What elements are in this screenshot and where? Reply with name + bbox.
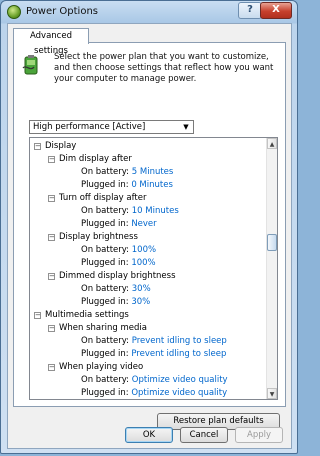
- setting-value[interactable]: Optimize video quality: [131, 388, 227, 398]
- setting-video-on-battery[interactable]: On battery: Optimize video quality: [81, 374, 228, 386]
- power-options-window: Power Options ? X Advanced settings Sele…: [0, 0, 298, 454]
- chevron-down-icon: ▼: [183, 123, 189, 131]
- setting-value[interactable]: Prevent idling to sleep: [132, 336, 227, 346]
- dialog-client-area: Advanced settings Select the power plan …: [7, 23, 292, 449]
- setting-label: On battery:: [81, 206, 130, 216]
- setting-off-on-battery[interactable]: On battery: 10 Minutes: [81, 205, 179, 217]
- setting-sharing-plugged-in[interactable]: Plugged in: Prevent idling to sleep: [81, 348, 226, 360]
- collapse-icon[interactable]: −: [48, 273, 55, 280]
- power-plan-select[interactable]: High performance [Active] ▼: [29, 120, 194, 134]
- setting-video-plugged-in[interactable]: Plugged in: Optimize video quality: [81, 387, 227, 399]
- setting-dim-plugged-in[interactable]: Plugged in: 0 Minutes: [81, 179, 173, 191]
- setting-label: On battery:: [81, 336, 130, 346]
- tree-node-label: Display brightness: [59, 232, 138, 242]
- setting-dim-on-battery[interactable]: On battery: 5 Minutes: [81, 166, 173, 178]
- collapse-icon[interactable]: −: [48, 156, 55, 163]
- setting-off-plugged-in[interactable]: Plugged in: Never: [81, 218, 157, 230]
- setting-sharing-on-battery[interactable]: On battery: Prevent idling to sleep: [81, 335, 227, 347]
- settings-tree[interactable]: − Display − Dim display after On battery: …: [29, 137, 278, 400]
- tree-node-playing-video[interactable]: − When playing video: [48, 361, 143, 373]
- tree-node-label: Dimmed display brightness: [59, 271, 176, 281]
- setting-value[interactable]: 5 Minutes: [132, 167, 174, 177]
- apply-button[interactable]: Apply: [235, 427, 283, 443]
- power-options-icon: [7, 5, 21, 19]
- collapse-icon[interactable]: −: [34, 312, 41, 319]
- setting-value[interactable]: Optimize video quality: [132, 375, 228, 385]
- setting-label: Plugged in:: [81, 258, 129, 268]
- setting-brightness-on-battery[interactable]: On battery: 100%: [81, 244, 156, 256]
- setting-label: Plugged in:: [81, 349, 129, 359]
- scroll-up-icon[interactable]: ▲: [267, 138, 277, 149]
- collapse-icon[interactable]: −: [34, 143, 41, 150]
- power-plan-select-value: High performance [Active]: [33, 122, 146, 132]
- setting-label: On battery:: [81, 284, 130, 294]
- setting-label: On battery:: [81, 245, 130, 255]
- setting-label: Plugged in:: [81, 180, 129, 190]
- setting-value[interactable]: 30%: [132, 284, 151, 294]
- title-bar[interactable]: Power Options ? X: [1, 1, 297, 23]
- tree-node-label: Multimedia settings: [45, 310, 129, 320]
- setting-label: On battery:: [81, 375, 130, 385]
- tree-node-dimmed-brightness[interactable]: − Dimmed display brightness: [48, 270, 176, 282]
- setting-brightness-plugged-in[interactable]: Plugged in: 100%: [81, 257, 156, 269]
- setting-value[interactable]: 100%: [131, 258, 155, 268]
- tree-node-sharing-media[interactable]: − When sharing media: [48, 322, 147, 334]
- tab-advanced-settings[interactable]: Advanced settings: [13, 28, 89, 56]
- tree-node-label: Turn off display after: [59, 193, 147, 203]
- collapse-icon[interactable]: −: [48, 325, 55, 332]
- cancel-button[interactable]: Cancel: [180, 427, 228, 443]
- tree-node-label: Dim display after: [59, 154, 132, 164]
- tree-node-label: When playing video: [59, 362, 144, 372]
- setting-value[interactable]: 30%: [131, 297, 150, 307]
- setting-value[interactable]: 0 Minutes: [131, 180, 173, 190]
- setting-label: Plugged in:: [81, 219, 129, 229]
- scrollbar-thumb[interactable]: [267, 234, 277, 251]
- tree-node-dim-display[interactable]: − Dim display after: [48, 153, 132, 165]
- help-button[interactable]: ?: [238, 2, 262, 19]
- setting-dimmed-plugged-in[interactable]: Plugged in: 30%: [81, 296, 150, 308]
- scroll-down-icon[interactable]: ▼: [267, 388, 277, 399]
- setting-value[interactable]: 10 Minutes: [132, 206, 179, 216]
- setting-value[interactable]: 100%: [132, 245, 156, 255]
- tree-node-label: When sharing media: [59, 323, 147, 333]
- tree-node-turn-off-display[interactable]: − Turn off display after: [48, 192, 146, 204]
- collapse-icon[interactable]: −: [48, 234, 55, 241]
- setting-label: On battery:: [81, 167, 130, 177]
- tree-node-display-brightness[interactable]: − Display brightness: [48, 231, 138, 243]
- tree-node-multimedia[interactable]: − Multimedia settings: [34, 309, 129, 321]
- tree-node-label: Display: [45, 141, 77, 151]
- tree-scrollbar[interactable]: ▲ ▼: [266, 138, 277, 399]
- setting-label: Plugged in:: [81, 297, 129, 307]
- tree-node-display[interactable]: − Display: [34, 140, 76, 152]
- ok-button[interactable]: OK: [125, 427, 173, 443]
- advanced-settings-panel: Select the power plan that you want to c…: [13, 42, 286, 430]
- collapse-icon[interactable]: −: [48, 364, 55, 371]
- setting-value[interactable]: Prevent idling to sleep: [131, 349, 226, 359]
- intro-text: Select the power plan that you want to c…: [54, 52, 274, 84]
- collapse-icon[interactable]: −: [48, 195, 55, 202]
- setting-label: Plugged in:: [81, 388, 129, 398]
- close-button[interactable]: X: [260, 2, 292, 19]
- setting-value[interactable]: Never: [131, 219, 156, 229]
- setting-dimmed-on-battery[interactable]: On battery: 30%: [81, 283, 151, 295]
- window-title: Power Options: [26, 6, 98, 17]
